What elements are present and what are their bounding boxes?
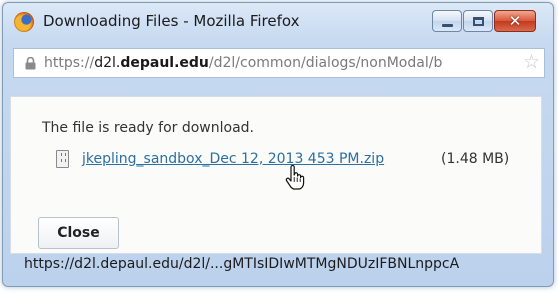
firefox-logo-icon xyxy=(14,12,34,32)
window-title: Downloading Files - Mozilla Firefox xyxy=(43,12,300,30)
status-bar-url: https://d2l.depaul.edu/d2l/...gMTIsIDIwM… xyxy=(24,256,460,272)
close-button[interactable]: Close xyxy=(38,217,119,249)
url-bar[interactable]: https://d2l.depaul.edu/d2l/common/dialog… xyxy=(13,48,545,78)
maximize-icon xyxy=(472,16,484,26)
file-size: (1.48 MB) xyxy=(441,151,510,167)
minimize-button[interactable] xyxy=(432,10,462,32)
zip-file-icon xyxy=(56,150,69,168)
lock-icon xyxy=(25,57,36,70)
download-file-link[interactable]: jkepling_sandbox_Dec 12, 2013 453 PM.zip xyxy=(82,151,384,167)
url-host-prefix: d2l. xyxy=(94,55,121,71)
title-bar[interactable]: Downloading Files - Mozilla Firefox ✕ xyxy=(3,3,553,41)
url-host-domain: depaul.edu xyxy=(120,55,209,71)
hand-cursor-icon xyxy=(285,165,305,190)
close-window-button[interactable]: ✕ xyxy=(494,10,536,32)
bookmark-star-icon[interactable]: ☆ xyxy=(523,53,540,72)
url-text: https://d2l.depaul.edu/d2l/common/dialog… xyxy=(44,55,442,71)
ready-message: The file is ready for download. xyxy=(42,120,255,136)
url-scheme: https:// xyxy=(44,55,95,71)
close-icon: ✕ xyxy=(508,11,522,30)
minimize-icon xyxy=(441,23,453,27)
url-path: /d2l/common/dialogs/nonModal/b xyxy=(208,55,443,71)
maximize-button[interactable] xyxy=(463,10,493,32)
